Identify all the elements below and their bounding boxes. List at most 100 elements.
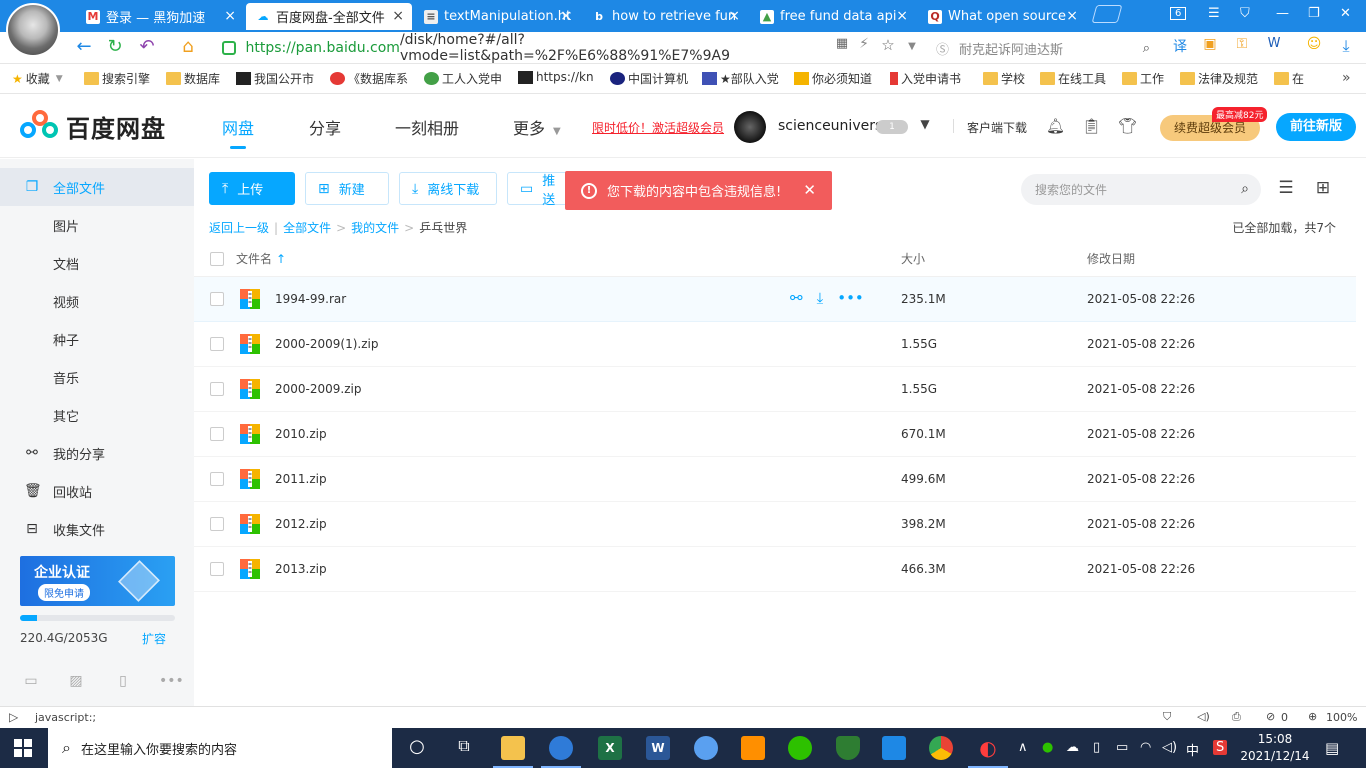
sidebar-item-videos[interactable]: 视频: [0, 282, 194, 320]
menu-icon[interactable]: ☰: [1208, 6, 1220, 21]
lightning-icon[interactable]: ⚡: [852, 36, 876, 52]
shirt-icon[interactable]: 👕︎: [1118, 117, 1137, 135]
close-icon[interactable]: ✕: [803, 181, 816, 199]
sidebar-item-recycle-bin[interactable]: 🗑︎ 回收站: [0, 472, 194, 510]
row-checkbox[interactable]: [210, 472, 224, 486]
star-icon[interactable]: ☆: [876, 36, 900, 54]
undo-icon[interactable]: ↶: [135, 36, 159, 57]
tab-close-icon[interactable]: ×: [896, 8, 908, 24]
expand-storage-link[interactable]: 扩容: [142, 630, 166, 647]
task-view-icon[interactable]: ⧉: [452, 736, 476, 760]
row-checkbox[interactable]: [210, 562, 224, 576]
sidebar-item-torrents[interactable]: 种子: [0, 320, 194, 358]
notification-icon[interactable]: ▤: [1325, 739, 1339, 757]
bookmark-item[interactable]: https://kn: [518, 70, 594, 84]
zoom-level[interactable]: 100%: [1326, 711, 1357, 724]
file-search-input[interactable]: 搜索您的文件 ⌕: [1021, 174, 1261, 205]
security-app-icon[interactable]: [836, 736, 860, 760]
shield-icon[interactable]: ⛉: [1163, 710, 1171, 724]
grid-view-icon[interactable]: ⊞: [1312, 178, 1334, 198]
download-icon[interactable]: ⤓: [1334, 36, 1358, 56]
screenshot-icon[interactable]: ⎙: [1232, 710, 1241, 724]
windows-start-icon[interactable]: [14, 739, 32, 757]
chevron-down-icon[interactable]: ▼: [900, 41, 924, 52]
breadcrumb-my-files[interactable]: 我的文件: [351, 219, 399, 236]
image-icon[interactable]: ▨: [66, 673, 86, 689]
chrome-icon[interactable]: [929, 736, 953, 760]
baidupan-logo[interactable]: 百度网盘: [20, 109, 166, 144]
bookmark-item[interactable]: 工人入党申: [424, 70, 502, 87]
word-icon[interactable]: W: [646, 736, 670, 760]
new-folder-button[interactable]: ⊞ 新建: [305, 172, 389, 205]
browser-app-icon[interactable]: ◐: [968, 736, 1008, 768]
file-row[interactable]: 2000-2009(1).zip 1.55G 2021-05-08 22:26: [194, 322, 1356, 367]
sound-icon[interactable]: ◁): [1197, 710, 1210, 723]
upload-button[interactable]: ⤒ 上传: [209, 172, 295, 205]
nav-netdisk[interactable]: 网盘: [222, 115, 254, 149]
tab-close-icon[interactable]: ×: [728, 8, 740, 24]
sidebar-item-docs[interactable]: 文档: [0, 244, 194, 282]
file-name[interactable]: 2000-2009.zip: [275, 382, 361, 396]
nav-album[interactable]: 一刻相册: [395, 115, 459, 139]
row-checkbox[interactable]: [210, 292, 224, 306]
bookmark-item[interactable]: 搜索引擎: [84, 70, 150, 87]
remote-desktop-icon[interactable]: [882, 736, 906, 760]
pdf-reader-icon[interactable]: [741, 736, 765, 760]
column-name-header[interactable]: 文件名 ↑: [236, 250, 286, 267]
search-icon[interactable]: ⌕: [1241, 181, 1249, 197]
file-name[interactable]: 2013.zip: [275, 562, 327, 576]
sogou-browser-icon[interactable]: [541, 736, 581, 768]
file-row[interactable]: 2000-2009.zip 1.55G 2021-05-08 22:26: [194, 367, 1356, 412]
wechat-icon[interactable]: [788, 736, 812, 760]
system-clock[interactable]: 15:08 2021/12/14: [1240, 731, 1310, 765]
zoom-icon[interactable]: ⊕: [1308, 710, 1317, 723]
sidebar-item-all-files[interactable]: ❐ 全部文件: [0, 168, 194, 206]
bookmark-item[interactable]: 入党申请书: [890, 70, 961, 87]
share-icon[interactable]: ⚯: [790, 289, 803, 307]
file-row[interactable]: 2013.zip 466.3M 2021-05-08 22:26: [194, 547, 1356, 592]
home-icon[interactable]: ⌂: [176, 36, 200, 57]
bookmark-item[interactable]: 《数据库系: [330, 70, 408, 87]
thunder-download-icon[interactable]: [694, 736, 718, 760]
bookmark-item[interactable]: 我国公开市: [236, 70, 314, 87]
client-download-link[interactable]: 客户端下载: [967, 119, 1027, 136]
row-checkbox[interactable]: [210, 427, 224, 441]
file-name[interactable]: 2011.zip: [275, 472, 327, 486]
nav-more[interactable]: 更多 ▼: [513, 115, 561, 139]
back-icon[interactable]: ←: [72, 36, 96, 57]
push-button[interactable]: ▭ 推送: [507, 172, 571, 208]
row-checkbox[interactable]: [210, 382, 224, 396]
cortana-icon[interactable]: ○: [405, 736, 429, 760]
tab-close-icon[interactable]: ×: [560, 8, 572, 24]
chevron-down-icon[interactable]: ▼: [916, 117, 934, 135]
tab-close-icon[interactable]: ×: [224, 8, 236, 24]
url-field[interactable]: https://pan.baidu.com/disk/home?#/all?vm…: [222, 32, 832, 64]
clipboard-icon[interactable]: 📋︎: [1082, 117, 1101, 135]
new-tab-button[interactable]: [1091, 5, 1123, 23]
sogou-ime-icon[interactable]: S: [1213, 740, 1228, 755]
tab-count-badge[interactable]: 6: [1170, 7, 1187, 20]
wechat-tray-icon[interactable]: ●: [1042, 740, 1053, 755]
volume-icon[interactable]: ◁): [1162, 740, 1177, 755]
tab-close-icon[interactable]: ×: [1066, 8, 1078, 24]
breadcrumb-back[interactable]: 返回上一级: [209, 219, 269, 236]
bookmark-item[interactable]: 学校: [983, 70, 1025, 87]
browser-search-field[interactable]: Ⓢ 耐克起诉阿迪达斯 ⌕: [936, 36, 1156, 60]
column-size-header[interactable]: 大小: [901, 250, 925, 267]
key-icon[interactable]: ⚿: [1230, 36, 1254, 52]
breadcrumb-all-files[interactable]: 全部文件: [283, 219, 331, 236]
file-row[interactable]: 2010.zip 670.1M 2021-05-08 22:26: [194, 412, 1356, 457]
ad-block-icon[interactable]: ⊘: [1266, 710, 1275, 723]
more-icon[interactable]: •••: [837, 289, 864, 307]
skin-icon[interactable]: ⛉: [1240, 6, 1250, 21]
maximize-icon[interactable]: ❐: [1308, 6, 1320, 21]
more-icon[interactable]: •••: [159, 673, 184, 689]
bookmark-item[interactable]: ★部队入党: [702, 70, 779, 87]
row-checkbox[interactable]: [210, 337, 224, 351]
bookmark-item[interactable]: 你必须知道: [794, 70, 872, 87]
offline-download-button[interactable]: ⤓ 离线下载: [399, 172, 497, 205]
search-icon[interactable]: ⌕: [1143, 41, 1150, 56]
sidebar-item-my-share[interactable]: ⚯ 我的分享: [0, 434, 194, 472]
bookmark-item[interactable]: 数据库: [166, 70, 220, 87]
bookmark-item[interactable]: 法律及规范: [1180, 70, 1258, 87]
